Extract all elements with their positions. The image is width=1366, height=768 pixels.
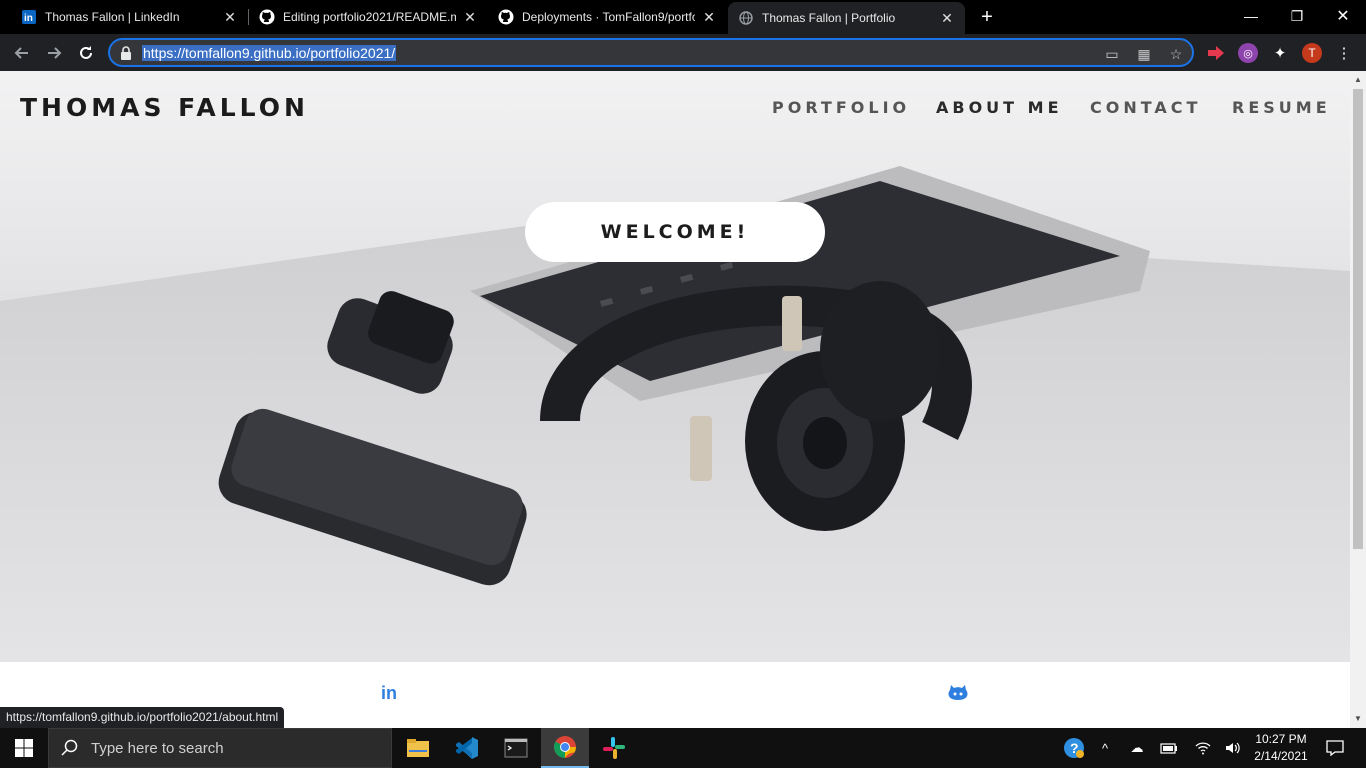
terminal-icon[interactable] (492, 728, 540, 768)
tab-title: Thomas Fallon | LinkedIn (45, 10, 180, 24)
volume-icon[interactable] (1220, 728, 1246, 768)
tab-portfolio[interactable]: Thomas Fallon | Portfolio ✕ (728, 2, 965, 34)
forward-button[interactable] (40, 39, 68, 67)
tab-strip: in Thomas Fallon | LinkedIn ✕ Editing po… (0, 0, 1366, 34)
linkedin-icon[interactable]: in (379, 683, 399, 703)
github-icon (259, 9, 275, 25)
vscode-icon[interactable] (443, 728, 491, 768)
close-window-button[interactable]: ✕ (1320, 0, 1366, 32)
reload-button[interactable] (72, 39, 100, 67)
extension-arrow-icon[interactable] (1206, 43, 1226, 63)
windows-logo-icon (15, 739, 33, 757)
scroll-down-icon[interactable]: ▼ (1354, 714, 1362, 723)
cast-icon[interactable]: ▭ (1104, 46, 1120, 62)
status-bar-link: https://tomfallon9.github.io/portfolio20… (0, 707, 285, 728)
svg-text:in: in (24, 13, 33, 24)
web-page: THOMAS FALLON PORTFOLIO ABOUT ME CONTACT… (0, 71, 1350, 728)
nav-about-me[interactable]: ABOUT ME (936, 98, 1063, 117)
scrollbar-thumb[interactable] (1353, 89, 1363, 549)
help-icon[interactable]: ? (1060, 728, 1088, 768)
search-icon (61, 739, 78, 756)
nav-resume[interactable]: RESUME (1232, 98, 1331, 117)
battery-icon[interactable] (1156, 728, 1182, 768)
minimize-button[interactable]: — (1228, 0, 1274, 32)
scroll-up-icon[interactable]: ▲ (1354, 75, 1362, 84)
qr-code-icon[interactable]: ▦ (1136, 46, 1152, 62)
chevron-up-icon[interactable]: ^ (1094, 728, 1116, 768)
url-text[interactable]: https://tomfallon9.github.io/portfolio20… (142, 45, 397, 61)
clock-date: 2/14/2021 (1254, 749, 1308, 763)
taskbar-clock[interactable]: 10:27 PM 2/14/2021 (1248, 731, 1314, 765)
profile-avatar[interactable]: T (1302, 43, 1322, 63)
site-brand[interactable]: THOMAS FALLON (20, 93, 309, 122)
address-bar[interactable]: https://tomfallon9.github.io/portfolio20… (108, 38, 1194, 67)
tab-title: Thomas Fallon | Portfolio (762, 11, 896, 25)
close-icon[interactable]: ✕ (462, 9, 478, 25)
lock-icon (120, 46, 132, 60)
tab-title: Deployments · TomFallon9/portfo (522, 10, 695, 24)
restore-button[interactable]: ❐ (1274, 0, 1320, 32)
back-button[interactable] (8, 39, 36, 67)
github-icon[interactable] (948, 683, 968, 703)
hero-section: THOMAS FALLON PORTFOLIO ABOUT ME CONTACT… (0, 71, 1350, 662)
puzzle-extensions-icon[interactable]: ✦ (1270, 43, 1290, 63)
windows-taskbar: Type here to search ? ^ ☁ 10:27 PM 2/14/… (0, 728, 1366, 768)
menu-kebab-icon[interactable]: ⋮ (1334, 43, 1354, 63)
notification-icon[interactable] (1320, 728, 1350, 768)
onedrive-cloud-icon[interactable]: ☁ (1124, 728, 1150, 768)
globe-icon (738, 10, 754, 26)
slack-icon[interactable] (590, 728, 638, 768)
clock-time: 10:27 PM (1255, 732, 1307, 746)
github-icon (498, 9, 514, 25)
taskbar-search[interactable]: Type here to search (48, 728, 392, 768)
tab-title: Editing portfolio2021/README.m (283, 10, 456, 24)
linkedin-icon: in (21, 9, 37, 25)
tab-linkedin[interactable]: in Thomas Fallon | LinkedIn ✕ (0, 0, 248, 34)
nav-contact[interactable]: CONTACT (1090, 98, 1201, 117)
hero-photo (0, 166, 1350, 662)
start-button[interactable] (0, 728, 48, 768)
close-icon[interactable]: ✕ (939, 10, 955, 26)
close-icon[interactable]: ✕ (222, 9, 238, 25)
extension-purple-icon[interactable]: ◎ (1238, 43, 1258, 63)
chrome-icon[interactable] (541, 728, 589, 768)
welcome-button[interactable]: WELCOME! (525, 202, 825, 262)
page-scrollbar[interactable]: ▲ ▼ (1350, 71, 1366, 728)
wifi-icon[interactable] (1190, 728, 1216, 768)
close-icon[interactable]: ✕ (701, 9, 717, 25)
bookmark-star-icon[interactable]: ☆ (1168, 46, 1184, 62)
new-tab-button[interactable]: + (977, 7, 997, 27)
browser-toolbar: https://tomfallon9.github.io/portfolio20… (0, 34, 1366, 71)
tab-github-deployments[interactable]: Deployments · TomFallon9/portfo ✕ (477, 0, 727, 34)
search-placeholder: Type here to search (91, 739, 224, 757)
file-explorer-icon[interactable] (394, 728, 442, 768)
nav-portfolio[interactable]: PORTFOLIO (772, 98, 910, 117)
tab-github-readme[interactable]: Editing portfolio2021/README.m ✕ (238, 0, 488, 34)
